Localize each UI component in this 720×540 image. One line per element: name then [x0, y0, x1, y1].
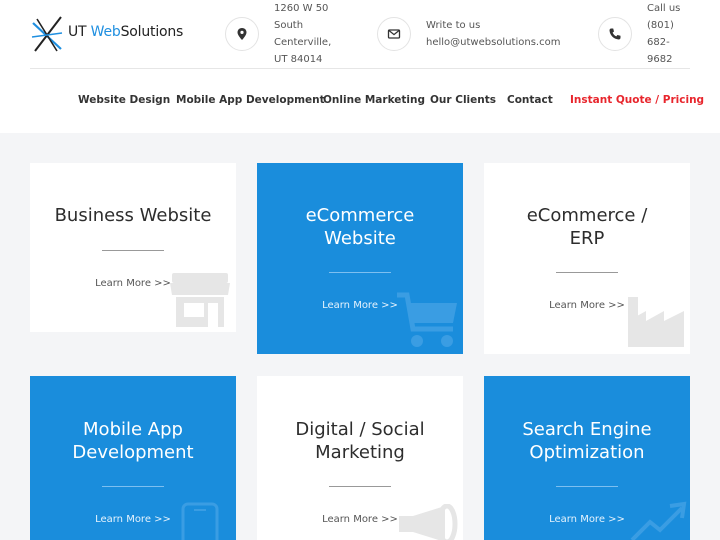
phone-icon-circle: [598, 17, 632, 51]
card-title-line: Digital / Social: [295, 419, 425, 440]
card-title-line: Website: [324, 228, 396, 249]
growth-chart-icon: [630, 501, 687, 540]
address-line: Centerville,: [274, 37, 332, 48]
card-title-line: eCommerce: [305, 205, 415, 226]
nav-instant-quote[interactable]: Instant Quote / Pricing: [570, 94, 704, 110]
nav-mobile-app-development[interactable]: Mobile App Development: [176, 94, 325, 110]
nav-online-marketing[interactable]: Online Marketing: [323, 94, 425, 110]
nav-website-design[interactable]: Website Design: [78, 94, 170, 110]
header-divider: [30, 68, 690, 69]
card-title: Digital / Social Marketing: [257, 418, 463, 464]
phone-icon: [609, 28, 621, 40]
card-divider: [329, 272, 391, 273]
card-title: Search Engine Optimization: [484, 418, 690, 464]
email-icon-circle: [377, 17, 411, 51]
card-title: Mobile App Development: [30, 418, 236, 464]
envelope-icon: [387, 29, 401, 39]
card-title: eCommerce Website: [257, 204, 463, 250]
card-title-line: Optimization: [529, 442, 645, 463]
address-line: South: [274, 20, 304, 31]
megaphone-icon: [399, 504, 458, 540]
map-pin-icon: [237, 28, 247, 40]
storefront-icon: [170, 273, 230, 327]
service-card-ecommerce-website[interactable]: eCommerce Website Learn More >>: [257, 163, 463, 354]
card-title-line: ERP: [569, 228, 605, 249]
logo-mark-icon: [31, 16, 63, 52]
card-divider: [329, 486, 391, 487]
logo-text-solutions: Solutions: [120, 24, 184, 40]
phone-number-line[interactable]: (801): [647, 17, 680, 34]
service-card-search-engine-optimization[interactable]: Search Engine Optimization Learn More >>: [484, 376, 690, 540]
call-us-label: Call us: [647, 3, 681, 14]
phone-number-line[interactable]: 682-: [647, 34, 680, 51]
card-title-line: Search Engine: [522, 419, 652, 440]
write-to-us-label: Write to us: [426, 20, 481, 31]
card-title: eCommerce / ERP: [484, 204, 690, 250]
card-title-line: Development: [72, 442, 194, 463]
site-header: UT WebSolutions 1260 W 50 South Centervi…: [0, 0, 720, 133]
mobile-phone-icon: [181, 502, 219, 540]
card-title: Business Website: [30, 204, 236, 227]
card-title-line: Mobile App: [83, 419, 183, 440]
card-title-line: eCommerce /: [526, 205, 648, 226]
phone-number-line[interactable]: 9682: [647, 51, 680, 68]
logo-text-ut: UT: [68, 24, 87, 40]
card-divider: [556, 486, 618, 487]
service-card-business-website[interactable]: Business Website Learn More >>: [30, 163, 236, 332]
site-logo[interactable]: UT WebSolutions: [30, 15, 190, 55]
nav-our-clients[interactable]: Our Clients: [430, 94, 496, 110]
address-line: UT 84014: [274, 54, 323, 65]
card-title-line: Business Website: [54, 205, 212, 226]
factory-icon: [628, 297, 684, 347]
card-divider: [102, 486, 164, 487]
address-block: 1260 W 50 South Centerville, UT 84014: [274, 0, 331, 68]
email-link[interactable]: hello@utwebsolutions.com: [426, 34, 560, 51]
shopping-cart-icon: [397, 292, 457, 347]
email-block: Write to us hello@utwebsolutions.com: [426, 17, 560, 51]
card-divider: [102, 250, 164, 251]
service-card-digital-social-marketing[interactable]: Digital / Social Marketing Learn More >>: [257, 376, 463, 540]
service-card-ecommerce-erp[interactable]: eCommerce / ERP Learn More >>: [484, 163, 690, 354]
card-title-line: Marketing: [315, 442, 405, 463]
service-card-mobile-app-development[interactable]: Mobile App Development Learn More >>: [30, 376, 236, 540]
location-icon-circle: [225, 17, 259, 51]
address-line: 1260 W 50: [274, 3, 329, 14]
card-divider: [556, 272, 618, 273]
logo-text: UT WebSolutions: [68, 24, 183, 40]
nav-contact[interactable]: Contact: [507, 94, 553, 110]
phone-block: Call us (801) 682- 9682: [647, 0, 680, 68]
logo-text-web: Web: [90, 24, 121, 40]
